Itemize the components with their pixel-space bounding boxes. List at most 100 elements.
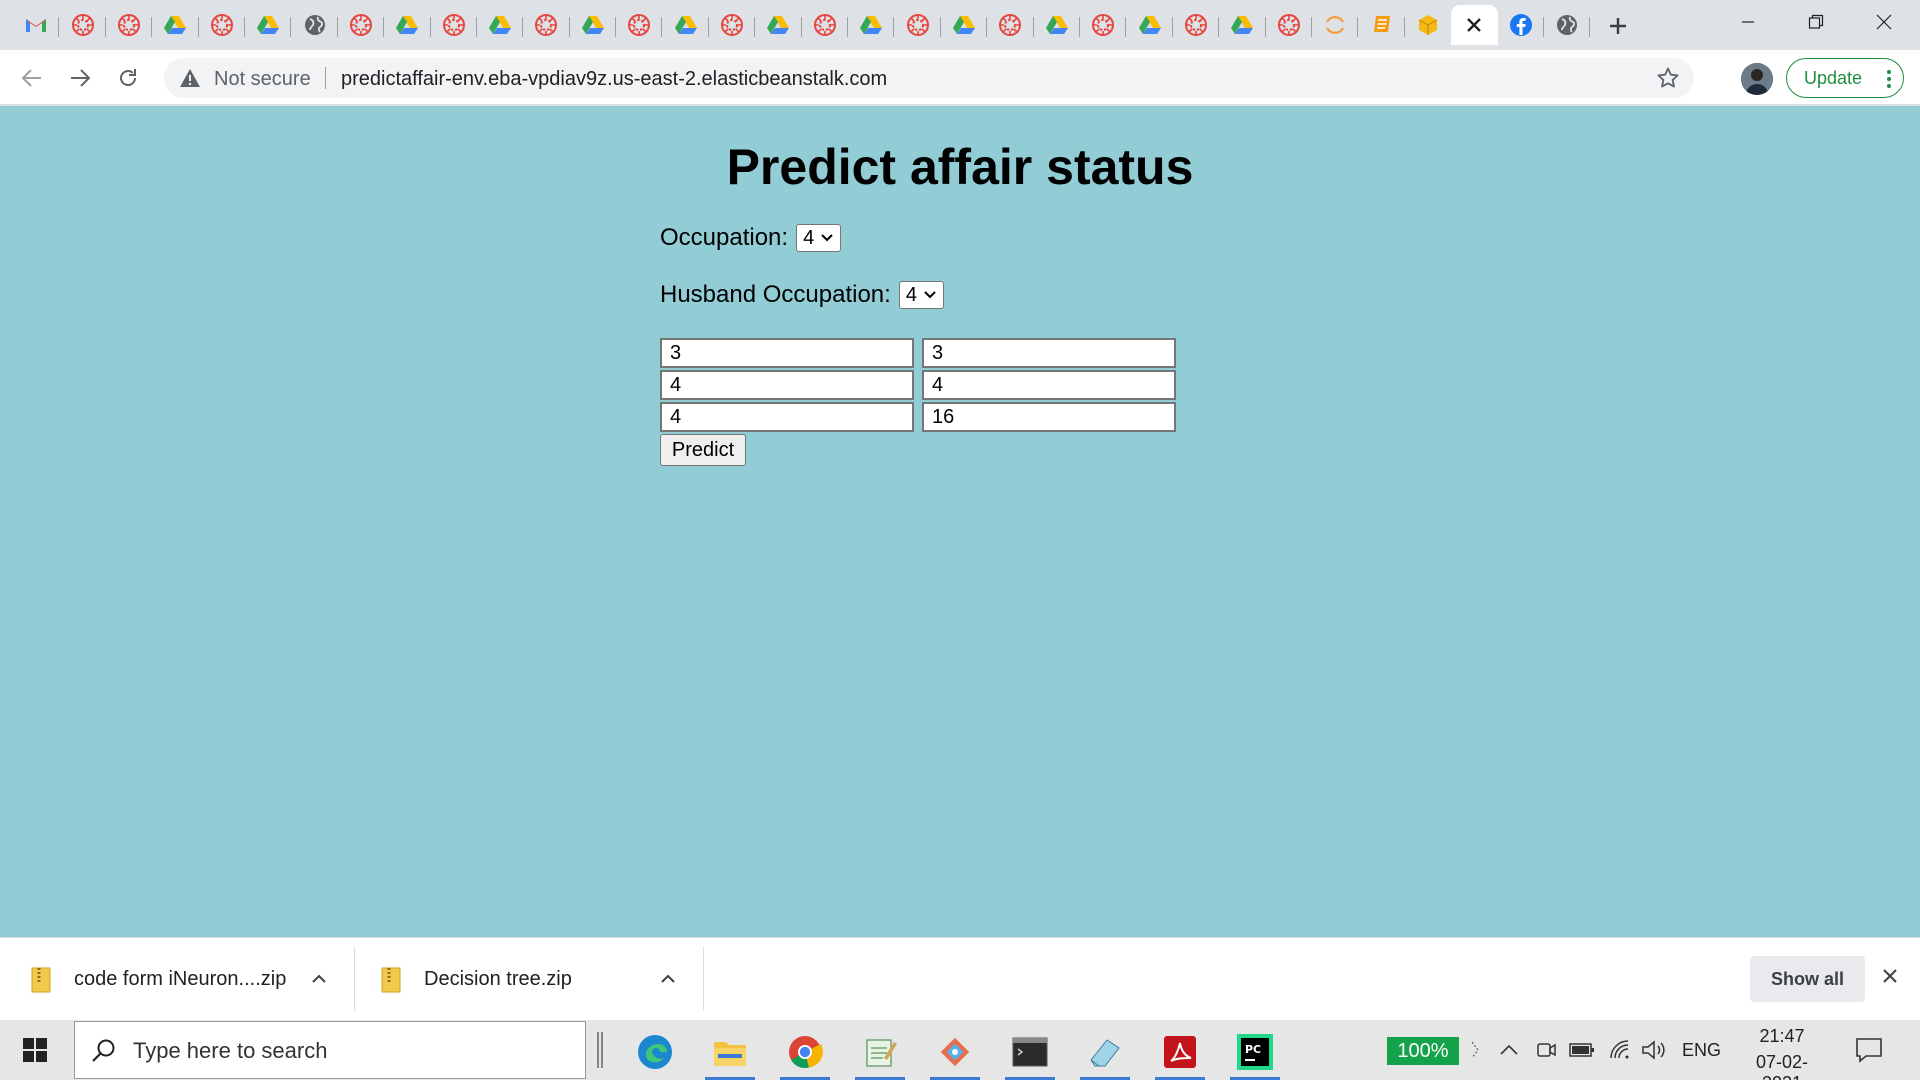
taskbar-file-explorer[interactable] [699,1024,761,1080]
network-status-icon[interactable] [1468,1038,1486,1062]
feature-input-2[interactable]: 3 [922,338,1176,368]
browser-tab[interactable] [987,5,1034,45]
browser-toolbar: Not secure predictaffair-env.eba-vpdiav9… [0,50,1920,105]
close-icon[interactable] [1462,13,1486,37]
page-title: Predict affair status [726,139,1194,195]
google-drive-icon [395,13,419,37]
browser-tab[interactable] [13,5,60,45]
feature-input-1[interactable]: 3 [660,338,914,368]
feature-input-3[interactable]: 4 [660,370,914,400]
profile-avatar[interactable] [1741,63,1773,95]
taskbar-chrome[interactable] [774,1024,836,1080]
eraser-icon [1090,1039,1120,1067]
browser-tab[interactable] [245,5,292,45]
chevron-up-icon[interactable] [1498,1038,1520,1062]
book-icon [1370,13,1394,37]
page-viewport: Predict affair status Occupation: 4 Husb… [0,106,1920,937]
browser-tab[interactable] [662,5,710,45]
tab-list [13,5,1591,45]
husband-occupation-select-value: 4 [905,283,917,306]
browser-tab[interactable] [199,5,246,45]
back-button[interactable] [14,60,50,96]
minimize-button[interactable] [1718,6,1778,38]
browser-tab[interactable] [802,5,849,45]
occupation-select[interactable]: 4 [796,224,842,252]
taskbar-pycharm[interactable]: PC [1224,1024,1286,1080]
browser-tab[interactable] [338,5,385,45]
ineuron-icon [1184,13,1208,37]
download-item-1[interactable]: code form iNeuron....zip [30,938,340,1021]
feature-input-5[interactable]: 4 [660,402,914,432]
language-indicator[interactable]: ENG [1682,1040,1721,1061]
meet-icon[interactable] [1535,1038,1557,1062]
browser-tab[interactable] [1405,5,1451,45]
reload-button[interactable] [110,60,146,96]
browser-tab[interactable] [106,5,153,45]
browser-tab[interactable] [1034,5,1081,45]
feature-input-6[interactable]: 16 [922,402,1176,432]
forward-button[interactable] [62,60,98,96]
download-filename: Decision tree.zip [424,968,572,990]
battery-percent-badge[interactable]: 100% [1387,1037,1459,1065]
browser-tab[interactable] [1080,5,1127,45]
feature-input-4[interactable]: 4 [922,370,1176,400]
update-button[interactable]: Update [1786,58,1904,98]
browser-tab[interactable] [1544,5,1591,45]
browser-tab[interactable] [1358,5,1406,45]
taskbar-git[interactable] [924,1024,986,1080]
browser-tab[interactable] [894,5,942,45]
taskbar-terminal[interactable] [999,1024,1061,1080]
close-icon[interactable] [1880,966,1900,986]
security-status-label[interactable]: Not secure [214,68,311,91]
minimize-icon [1742,21,1754,23]
browser-tab[interactable] [1173,5,1220,45]
windows-start-icon[interactable] [14,1032,58,1068]
predict-button[interactable]: Predict [660,434,746,466]
husband-occupation-select[interactable]: 4 [898,281,944,309]
browser-tab[interactable] [570,5,617,45]
browser-tab[interactable] [755,5,803,45]
taskbar-search-box[interactable]: Type here to search [74,1021,586,1079]
browser-tab[interactable] [1312,5,1359,45]
notification-icon[interactable] [1854,1036,1884,1064]
browser-tab[interactable] [384,5,431,45]
browser-tab[interactable] [431,5,478,45]
browser-tab[interactable] [1126,5,1174,45]
clock-time[interactable]: 21:47 [1736,1026,1828,1047]
clock-date[interactable]: 07-02-2021 [1736,1052,1828,1080]
browser-tab[interactable] [291,5,339,45]
restore-button[interactable] [1786,6,1846,38]
chevron-up-icon[interactable] [310,970,328,988]
task-view-icon[interactable] [595,1032,605,1068]
browser-tab[interactable] [848,5,895,45]
battery-icon[interactable] [1569,1038,1595,1062]
browser-tab[interactable] [709,5,756,45]
address-bar[interactable]: Not secure predictaffair-env.eba-vpdiav9… [164,58,1694,98]
taskbar-notepad[interactable] [849,1024,911,1080]
new-tab-button[interactable] [1598,10,1638,42]
browser-tab[interactable] [477,5,524,45]
browser-tab[interactable] [616,5,663,45]
volume-icon[interactable] [1641,1038,1667,1062]
browser-tab[interactable] [1266,5,1313,45]
browser-tab[interactable] [1219,5,1266,45]
browser-tab[interactable] [941,5,988,45]
browser-tab[interactable] [152,5,199,45]
download-item-2[interactable]: Decision tree.zip [380,938,680,1021]
browser-tab[interactable] [1498,5,1545,45]
warning-icon[interactable] [179,67,201,89]
browser-tab[interactable] [59,5,107,45]
chevron-up-icon[interactable] [659,970,677,988]
taskbar-eraser-app[interactable] [1074,1024,1136,1080]
taskbar-edge[interactable] [624,1024,686,1080]
taskbar-acrobat[interactable] [1149,1024,1211,1080]
browser-tab[interactable] [523,5,571,45]
wifi-icon[interactable] [1608,1038,1632,1062]
show-all-button[interactable]: Show all [1750,956,1865,1002]
google-drive-icon [581,13,605,37]
bookmark-star-icon[interactable] [1656,66,1680,90]
url-text[interactable]: predictaffair-env.eba-vpdiav9z.us-east-2… [341,68,887,91]
browser-tab-active[interactable] [1451,5,1498,45]
window-close-button[interactable] [1854,6,1914,38]
terminal-icon [1012,1037,1048,1067]
